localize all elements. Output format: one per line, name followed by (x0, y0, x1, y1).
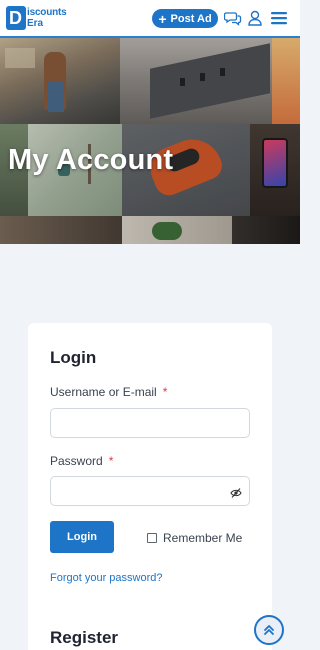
login-button[interactable]: Login (50, 521, 114, 553)
logo-text-line1: iscounts (27, 7, 67, 18)
page-title: My Account (8, 144, 174, 176)
forgot-password-link[interactable]: Forgot your password? (50, 572, 163, 584)
login-heading: Login (50, 348, 97, 367)
scroll-to-top-button[interactable] (254, 615, 284, 645)
remember-checkbox[interactable] (147, 533, 157, 543)
required-marker: * (162, 385, 168, 399)
logo-letter: D (9, 8, 22, 28)
hero-banner: My Account (0, 38, 300, 244)
post-ad-button[interactable]: + Post Ad (152, 9, 218, 28)
username-label: Username or E-mail * (50, 385, 167, 399)
password-label-text: Password (50, 454, 103, 468)
eye-slash-icon[interactable] (230, 486, 242, 498)
menu-icon[interactable] (269, 9, 289, 27)
remember-label: Remember Me (163, 531, 243, 545)
required-marker: * (108, 454, 114, 468)
post-ad-label: Post Ad (170, 12, 212, 25)
hero-overlay (0, 38, 300, 244)
site-header: D iscounts Era + Post Ad (0, 0, 300, 38)
logo-mark: D (6, 6, 26, 30)
user-icon[interactable] (246, 9, 264, 27)
username-input[interactable] (50, 408, 250, 438)
logo-text-line2: Era (27, 18, 44, 29)
remember-me[interactable]: Remember Me (147, 531, 242, 545)
password-input[interactable] (50, 476, 250, 506)
page: D iscounts Era + Post Ad My Account Logi… (0, 0, 300, 650)
chat-icon[interactable] (223, 9, 242, 27)
site-logo[interactable]: D iscounts Era (6, 6, 67, 30)
plus-icon: + (158, 10, 167, 27)
username-label-text: Username or E-mail (50, 385, 157, 399)
register-heading: Register (50, 628, 119, 647)
double-chevron-up-icon (264, 625, 274, 635)
password-label: Password * (50, 454, 113, 468)
login-card: Login Username or E-mail * Password * Logi… (28, 323, 272, 650)
